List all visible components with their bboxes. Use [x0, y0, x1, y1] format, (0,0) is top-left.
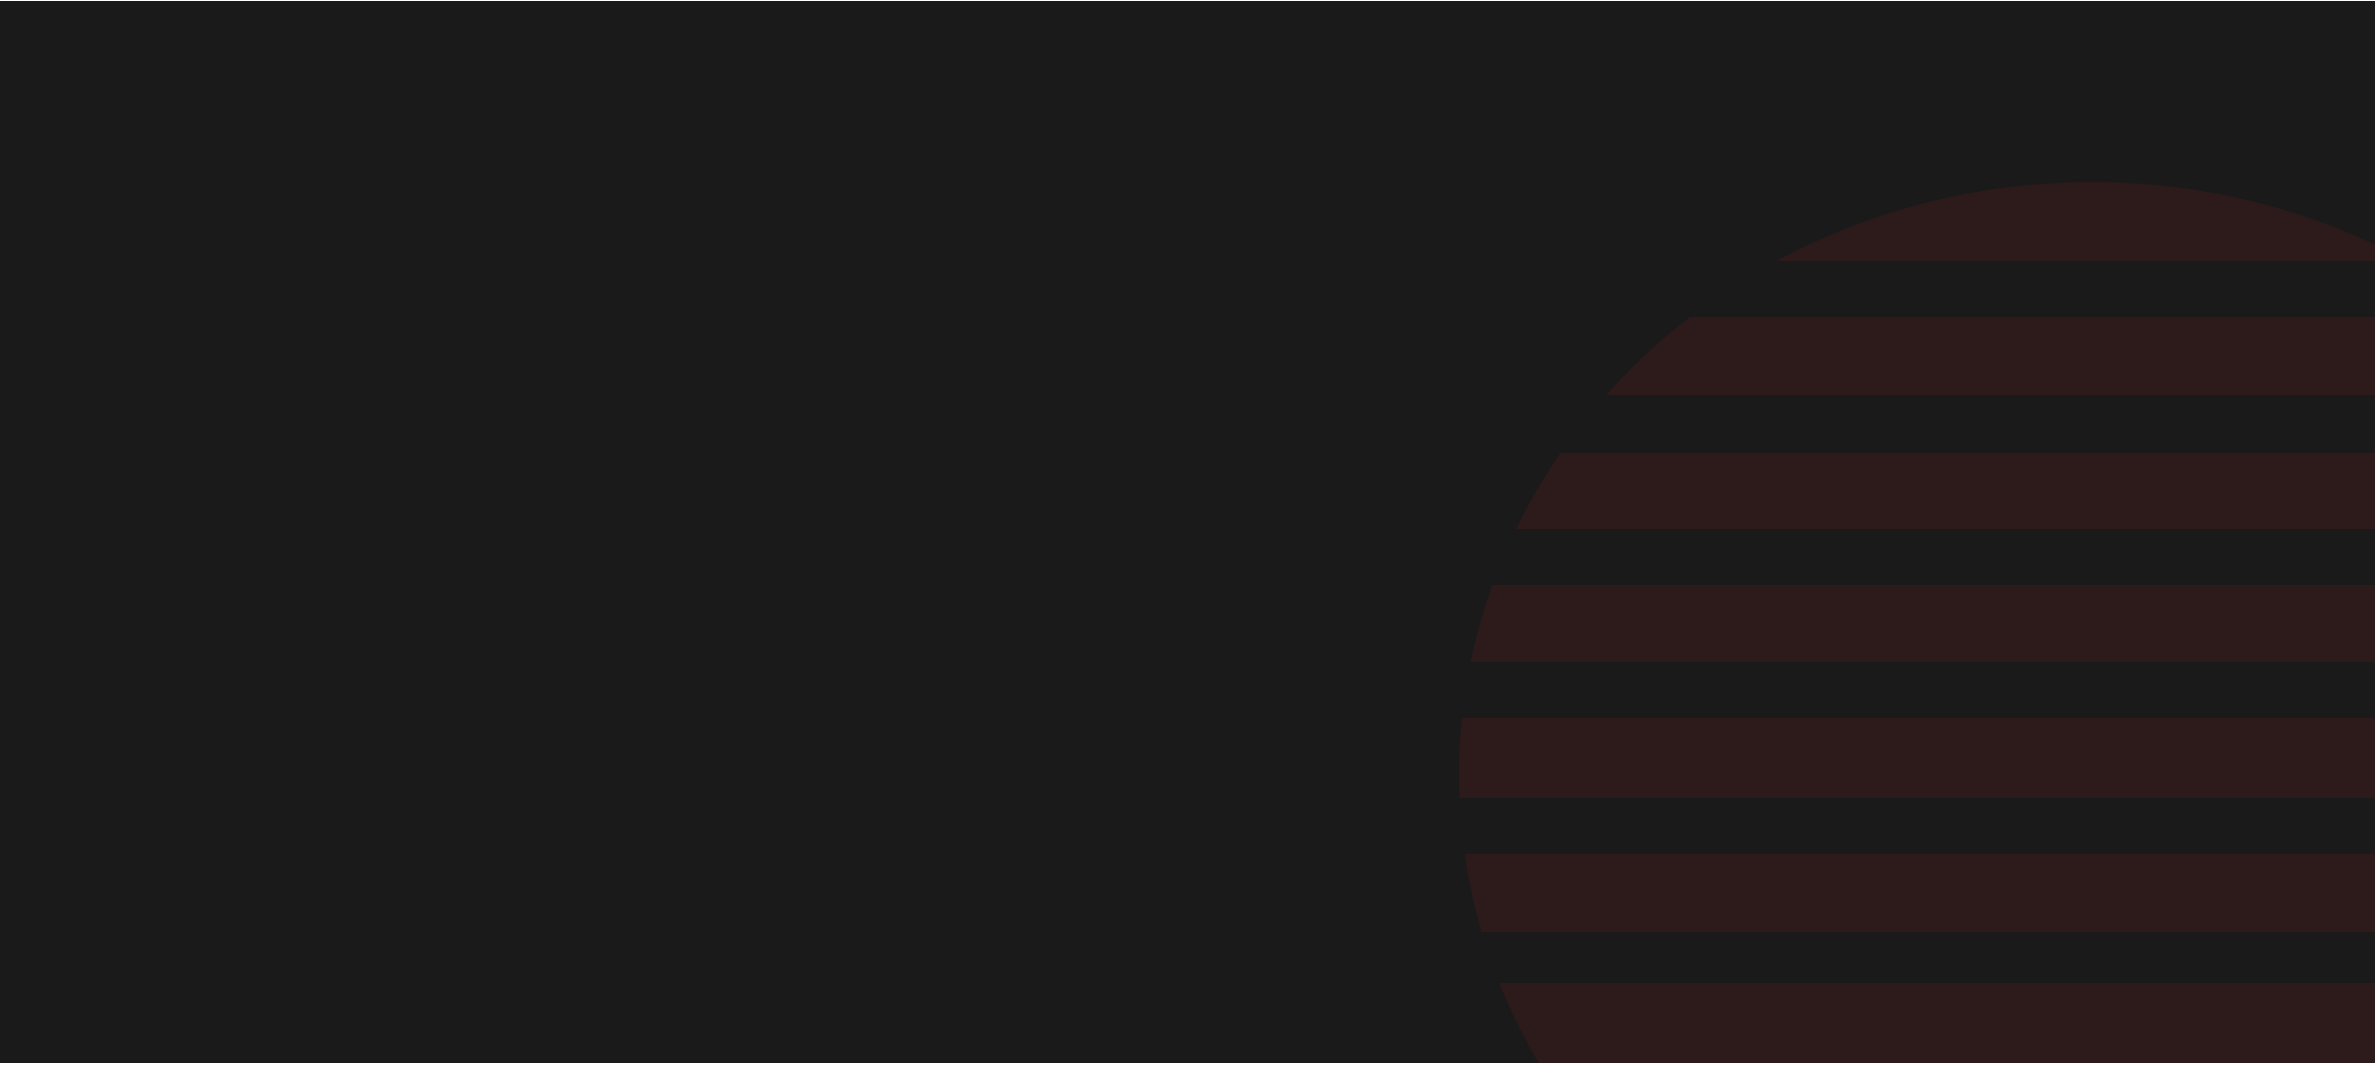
sun-stripe-gap-3	[1459, 529, 2375, 585]
hero-banner	[0, 1, 2375, 1063]
sun-stripe-gap-1	[1459, 261, 2375, 317]
sun-stripe-gap-2	[1459, 395, 2375, 453]
striped-sun-graphic	[1459, 182, 2375, 1063]
sun-disc	[1459, 182, 2375, 1063]
sun-stripe-gap-6	[1459, 932, 2375, 983]
sun-stripe-gap-4	[1459, 662, 2375, 718]
sun-stripe-gap-5	[1459, 798, 2375, 854]
